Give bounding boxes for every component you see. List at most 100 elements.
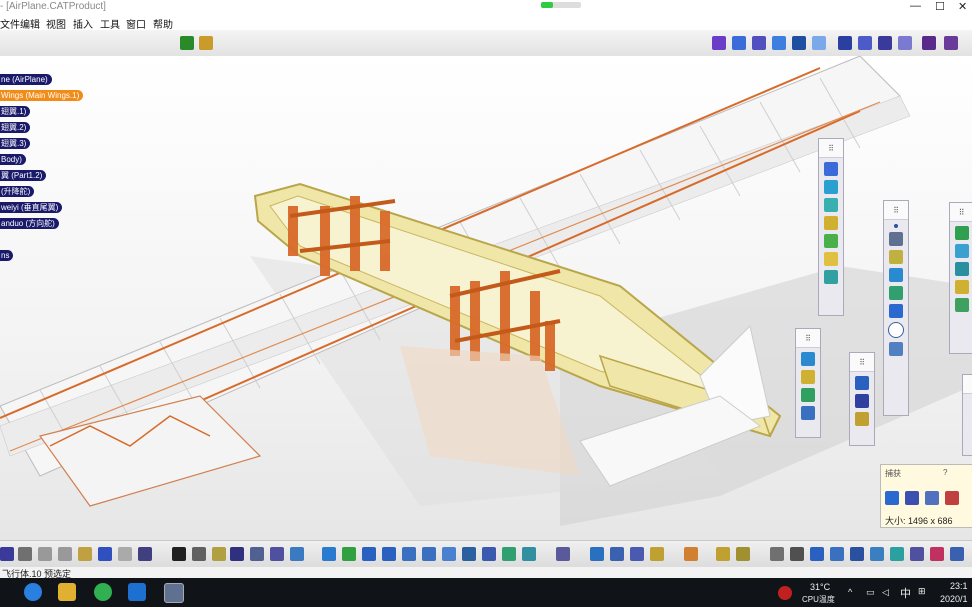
new-part-icon[interactable] [630, 547, 644, 561]
pocket-icon[interactable] [752, 36, 766, 50]
hide-icon[interactable] [522, 547, 536, 561]
line-icon[interactable] [889, 232, 903, 246]
shading-icon[interactable] [502, 547, 516, 561]
render-style-icon[interactable] [878, 36, 892, 50]
duplicate-icon[interactable] [855, 412, 869, 426]
knowledge-icon[interactable] [192, 547, 206, 561]
new-component-icon[interactable] [590, 547, 604, 561]
clock-time[interactable]: 23:1 [950, 581, 968, 591]
tree-node-body[interactable]: Body) [0, 154, 26, 165]
globe-icon[interactable] [180, 36, 194, 50]
distance-icon[interactable] [830, 547, 844, 561]
close-icon[interactable]: ✕ [958, 0, 967, 13]
ime-mode-icon[interactable]: ⊞ [918, 586, 926, 597]
manipulate-icon[interactable] [716, 547, 730, 561]
pattern-icon[interactable] [855, 394, 869, 408]
toolbar-grip[interactable]: ⠿ [884, 201, 908, 220]
spline-icon[interactable] [889, 342, 903, 356]
tree-node-wing-1[interactable]: 翅翼.1) [0, 106, 31, 117]
multi-view-icon[interactable] [462, 547, 476, 561]
shaft-icon[interactable] [772, 36, 786, 50]
toolbar-grip[interactable]: ⠿ [950, 203, 972, 222]
album-icon[interactable] [945, 491, 959, 505]
existing-component-icon[interactable] [650, 547, 664, 561]
snap-icon[interactable] [801, 406, 815, 420]
camera-icon[interactable] [944, 36, 958, 50]
law-icon[interactable] [212, 547, 226, 561]
update-icon[interactable] [801, 352, 815, 366]
zoom-in-icon[interactable] [402, 547, 416, 561]
help-icon[interactable]: ? [943, 468, 947, 477]
browser-icon[interactable] [94, 583, 112, 601]
revolve-icon[interactable] [824, 180, 838, 194]
hide-show-icon[interactable] [898, 36, 912, 50]
save-icon[interactable] [0, 547, 14, 561]
menu-view[interactable]: 视图 [46, 16, 66, 31]
sectioning-icon[interactable] [810, 547, 824, 561]
fit-all-icon[interactable] [342, 547, 356, 561]
sphere-icon[interactable] [824, 198, 838, 212]
loft-icon[interactable] [824, 252, 838, 266]
pan-icon[interactable] [362, 547, 376, 561]
work-on-support-icon[interactable] [801, 388, 815, 402]
menu-window[interactable]: 窗口 [126, 16, 146, 31]
trim-icon[interactable] [954, 280, 969, 294]
paste-icon[interactable] [78, 547, 92, 561]
circle-icon[interactable] [888, 322, 904, 338]
menu-file[interactable]: 文件 [0, 16, 20, 31]
table-icon[interactable] [230, 547, 244, 561]
volume-icon[interactable]: ◁ [882, 587, 889, 598]
normal-view-icon[interactable] [442, 547, 456, 561]
scan-icon[interactable] [290, 547, 304, 561]
fly-icon[interactable] [322, 547, 336, 561]
publish-icon[interactable] [890, 547, 904, 561]
options-icon[interactable] [905, 491, 919, 505]
product-icon[interactable] [556, 547, 570, 561]
projection-icon[interactable] [889, 268, 903, 282]
extrude-icon[interactable] [824, 162, 838, 176]
catalog-icon[interactable] [250, 547, 264, 561]
explode-icon[interactable] [770, 547, 784, 561]
formula-icon[interactable] [172, 547, 186, 561]
grid-icon[interactable] [950, 547, 964, 561]
bom-icon[interactable] [850, 547, 864, 561]
ime-indicator[interactable]: 中 [900, 585, 911, 601]
undo-icon[interactable] [98, 547, 112, 561]
network-icon[interactable]: ▭ [866, 587, 875, 598]
3d-viewport[interactable]: ne (AirPlane) Wings (Main Wings.1) 翅翼.1)… [0, 56, 972, 540]
snap-assembly-icon[interactable] [736, 547, 750, 561]
minimize-icon[interactable]: — [910, 0, 921, 12]
quick-view-icon[interactable] [482, 547, 496, 561]
axis-system-icon[interactable] [930, 547, 944, 561]
maximize-icon[interactable]: ☐ [935, 0, 945, 13]
new-product-icon[interactable] [610, 547, 624, 561]
offset-icon[interactable] [889, 304, 903, 318]
tray-chevron-icon[interactable]: ^ [848, 587, 852, 597]
tree-node-part[interactable]: 翼 (Part1.2) [0, 170, 47, 181]
rotate-icon[interactable] [382, 547, 396, 561]
join-icon[interactable] [954, 226, 969, 240]
tree-node-vertical-tail[interactable]: weiyi (垂直尾翼) [0, 202, 63, 213]
toolbar-grip[interactable]: ⠿ [819, 139, 843, 158]
pad-icon[interactable] [732, 36, 746, 50]
extract-icon[interactable] [954, 298, 969, 312]
reorder-icon[interactable] [870, 547, 884, 561]
menu-help[interactable]: 帮助 [153, 16, 173, 31]
menu-tools[interactable]: 工具 [100, 16, 120, 31]
sweep-icon[interactable] [824, 216, 838, 230]
tree-node-elevator[interactable]: (升降舵) [0, 186, 35, 197]
measure-icon[interactable] [270, 547, 284, 561]
print-icon[interactable] [18, 547, 32, 561]
iso-view-icon[interactable] [838, 36, 852, 50]
whats-this-icon[interactable] [138, 547, 152, 561]
tree-node-applications[interactable]: ns [0, 250, 14, 261]
tree-node-wing-2[interactable]: 翅翼.2) [0, 122, 31, 133]
heal-icon[interactable] [954, 244, 969, 258]
k-app-icon[interactable] [24, 583, 42, 601]
constraint-icon[interactable] [684, 547, 698, 561]
fill-icon[interactable] [824, 234, 838, 248]
tree-node-wing-3[interactable]: 翅翼.3) [0, 138, 31, 149]
clash-icon[interactable] [790, 547, 804, 561]
clock-date[interactable]: 2020/1 [940, 594, 968, 604]
toolbar-grip[interactable]: ⠿ [850, 353, 874, 372]
